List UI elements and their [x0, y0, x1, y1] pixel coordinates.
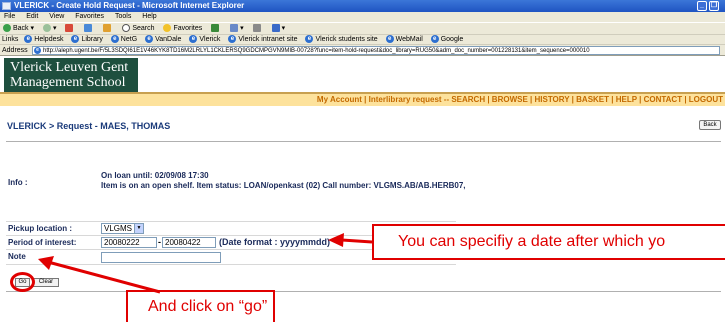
note-label: Note — [8, 252, 26, 261]
top-navigation[interactable]: My Account | Interlibrary request -- SEA… — [0, 94, 725, 106]
search-icon — [122, 24, 131, 33]
divider-line — [6, 291, 721, 292]
menu-favorites[interactable]: Favorites — [75, 13, 104, 20]
print-icon — [252, 24, 261, 33]
ie-page-icon: e — [110, 35, 119, 44]
page-title: VLERICK > Request - MAES, THOMAS — [7, 121, 171, 131]
ie-page-icon: e — [71, 35, 80, 44]
menu-edit[interactable]: Edit — [26, 13, 38, 20]
date-format-hint: (Date format : yyyymmdd) — [219, 237, 331, 247]
logo-line-1: Vlerick Leuven Gent — [10, 60, 129, 75]
period-label: Period of interest: — [8, 238, 77, 247]
stop-icon — [65, 24, 74, 33]
row-separator — [6, 221, 456, 222]
window-title: VLERICK - Create Hold Request - Microsof… — [14, 1, 245, 10]
window-title-bar: VLERICK - Create Hold Request - Microsof… — [0, 0, 725, 12]
address-url: http://aleph.ugent.be/F/5L3SDQI61E1V46KY… — [43, 48, 590, 54]
mail-icon — [230, 24, 239, 33]
info-label: Info : — [8, 178, 28, 187]
pickup-location-value: VLGMS — [104, 224, 133, 233]
ie-app-icon — [2, 2, 11, 10]
links-bar: Links e Helpdesk e Library e NetG e VanDale … — [0, 34, 725, 44]
menu-file[interactable]: File — [4, 13, 15, 20]
address-input[interactable]: e http://aleph.ugent.be/F/5L3SDQI61E1V46… — [32, 46, 720, 55]
menu-bar: File Edit View Favorites Tools Help — [0, 12, 725, 22]
ie-page-icon: e — [24, 35, 33, 44]
logo-line-2: Management School — [10, 75, 126, 90]
address-bar: Address e http://aleph.ugent.be/F/5L3SDQ… — [0, 44, 725, 56]
period-separator: - — [158, 237, 161, 247]
refresh-icon — [84, 24, 93, 33]
ie-page-icon: e — [430, 35, 439, 44]
edit-icon — [271, 24, 280, 33]
pickup-label: Pickup location : — [8, 224, 73, 233]
menu-tools[interactable]: Tools — [115, 13, 131, 20]
dropdown-arrow-icon: ▼ — [134, 224, 143, 233]
menu-view[interactable]: View — [49, 13, 64, 20]
ie-page-icon: e — [305, 35, 314, 44]
home-icon — [103, 24, 112, 33]
ie-page-icon: e — [189, 35, 198, 44]
note-input[interactable] — [101, 252, 221, 263]
go-callout: And click on “go” — [126, 290, 275, 322]
ie-page-icon: e — [385, 35, 394, 44]
toolbar: Back ▾ ▾ Search Favorites ▾ ▾ — [0, 22, 725, 34]
ie-page-icon: e — [34, 47, 41, 54]
school-logo[interactable]: Vlerick Leuven Gent Management School — [4, 58, 138, 92]
address-label: Address — [2, 47, 28, 54]
row-separator — [6, 264, 456, 265]
menu-help[interactable]: Help — [142, 13, 156, 20]
clear-button[interactable]: Clear — [33, 278, 59, 287]
divider-line — [6, 141, 721, 142]
info-loan-text: On loan until: 02/09/08 17:30 — [101, 171, 209, 180]
info-status-text: Item is on an open shelf. Item status: L… — [101, 181, 466, 190]
pickup-location-select[interactable]: VLGMS ▼ — [101, 223, 144, 234]
go-highlight-circle — [10, 272, 35, 292]
restore-button[interactable]: ❐ — [709, 1, 719, 11]
links-label: Links — [2, 36, 19, 43]
period-to-input[interactable]: 20080422 — [162, 237, 216, 248]
ie-page-icon: e — [145, 35, 154, 44]
back-page-button[interactable]: Back — [699, 120, 721, 130]
star-icon — [163, 24, 172, 33]
ie-page-icon: e — [228, 35, 237, 44]
date-callout: You can specifiy a date after which yo — [372, 224, 725, 260]
period-from-input[interactable]: 20080222 — [101, 237, 157, 248]
minimize-button[interactable]: _ — [697, 1, 707, 11]
forward-arrow-icon — [42, 24, 51, 33]
back-arrow-icon — [3, 24, 11, 33]
media-icon — [211, 24, 220, 33]
